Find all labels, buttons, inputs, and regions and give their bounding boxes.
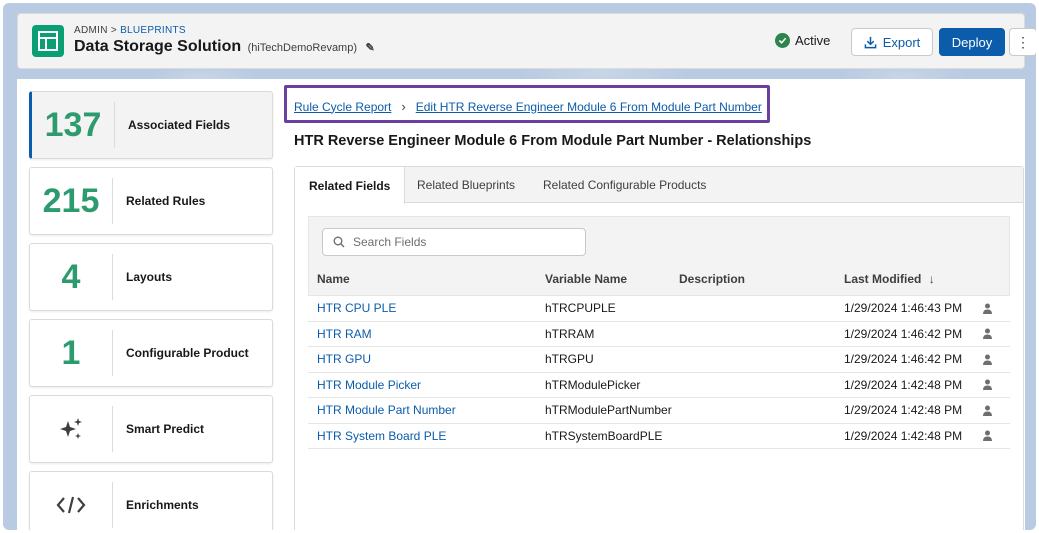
field-name-link[interactable]: HTR Module Part Number (317, 398, 456, 423)
field-name-link[interactable]: HTR Module Picker (317, 373, 421, 398)
variable-name: hTRModulePartNumber (545, 403, 672, 418)
card-configurable-product[interactable]: 1 Configurable Product (29, 319, 273, 387)
table-row: HTR RAM hTRRAM 1/29/2024 1:46:42 PM (308, 322, 1010, 347)
tab-related-configurable-products[interactable]: Related Configurable Products (529, 167, 720, 203)
search-input[interactable]: Search Fields (322, 228, 586, 256)
card-divider (114, 102, 115, 148)
header-breadcrumb: ADMIN > BLUEPRINTS (74, 25, 186, 36)
last-modified: 1/29/2024 1:46:42 PM (844, 326, 963, 341)
export-button[interactable]: Export (851, 28, 933, 56)
card-layouts[interactable]: 4 Layouts (29, 243, 273, 311)
status-label: Active (795, 33, 831, 48)
download-icon (864, 36, 877, 48)
card-label: Configurable Product (126, 346, 249, 360)
card-label: Associated Fields (128, 118, 231, 132)
variable-name: hTRSystemBoardPLE (545, 428, 663, 443)
card-count: 4 (61, 257, 81, 296)
user-icon[interactable] (982, 322, 993, 347)
card-count: 1 (61, 333, 81, 372)
column-header-description[interactable]: Description (679, 272, 745, 286)
export-label: Export (882, 34, 921, 50)
field-name-link[interactable]: HTR System Board PLE (317, 424, 446, 449)
card-associated-fields[interactable]: 137 Associated Fields (29, 91, 273, 159)
breadcrumb-separator: > (110, 25, 117, 36)
card-divider (112, 330, 113, 376)
variable-name: hTRCPUPLE (545, 301, 616, 316)
breadcrumb-blueprints-link[interactable]: BLUEPRINTS (120, 25, 186, 36)
card-label: Related Rules (126, 194, 206, 208)
page-header: ADMIN > BLUEPRINTS Data Storage Solution… (17, 13, 1036, 69)
check-circle-icon (775, 33, 790, 48)
tab-bar: Related Fields Related Blueprints Relate… (295, 167, 1023, 204)
table-row: HTR Module Picker hTRModulePicker 1/29/2… (308, 373, 1010, 398)
card-smart-predict[interactable]: Smart Predict (29, 395, 273, 463)
card-related-rules[interactable]: 215 Related Rules (29, 167, 273, 235)
card-divider (112, 482, 113, 528)
table-row: HTR GPU hTRGPU 1/29/2024 1:46:42 PM (308, 347, 1010, 373)
column-header-variable-name[interactable]: Variable Name (545, 272, 627, 286)
breadcrumb-admin: ADMIN (74, 25, 108, 36)
column-header-last-modified[interactable]: Last Modified ↓ (844, 272, 935, 286)
app-frame: ADMIN > BLUEPRINTS Data Storage Solution… (3, 3, 1036, 530)
breadcrumb-rule-cycle-report-link[interactable]: Rule Cycle Report (294, 100, 391, 114)
card-divider (112, 178, 113, 224)
card-count: 137 (44, 105, 102, 144)
search-placeholder: Search Fields (353, 235, 427, 249)
record-subtitle: (hiTechDemoRevamp) (247, 42, 358, 54)
column-header-name[interactable]: Name (317, 272, 350, 286)
card-enrichments[interactable]: Enrichments (29, 471, 273, 530)
variable-name: hTRGPU (545, 352, 594, 367)
tab-related-fields[interactable]: Related Fields (295, 167, 406, 204)
page-title: Data Storage Solution (hiTechDemoRevamp)… (74, 38, 375, 56)
more-vertical-icon: ⋮ (1016, 33, 1030, 50)
search-icon (333, 236, 345, 248)
edit-pencil-icon[interactable]: ✎ (365, 42, 374, 54)
last-modified: 1/29/2024 1:46:42 PM (844, 352, 963, 367)
card-label: Layouts (126, 270, 173, 284)
column-header-last-modified-label: Last Modified (844, 272, 922, 286)
variable-name: hTRRAM (545, 326, 595, 341)
last-modified: 1/29/2024 1:42:48 PM (844, 428, 963, 443)
card-label: Enrichments (126, 498, 199, 512)
card-divider (112, 254, 113, 300)
variable-name: hTRModulePicker (545, 377, 641, 392)
card-label: Smart Predict (126, 422, 205, 436)
section-title: HTR Reverse Engineer Module 6 From Modul… (294, 133, 812, 149)
card-count: 215 (42, 181, 100, 220)
relationships-panel: Related Fields Related Blueprints Relate… (294, 166, 1024, 530)
user-icon[interactable] (982, 398, 993, 423)
table-row: HTR CPU PLE hTRCPUPLE 1/29/2024 1:46:43 … (308, 296, 1010, 322)
user-icon[interactable] (982, 373, 993, 398)
breadcrumb-edit-rule-link[interactable]: Edit HTR Reverse Engineer Module 6 From … (416, 100, 762, 114)
user-icon[interactable] (982, 424, 993, 449)
last-modified: 1/29/2024 1:42:48 PM (844, 403, 963, 418)
table-row: HTR Module Part Number hTRModulePartNumb… (308, 398, 1010, 424)
sparkles-icon (30, 396, 112, 462)
main-content: 137 Associated Fields 215 Related Rules … (17, 79, 1025, 530)
user-icon[interactable] (982, 296, 993, 321)
table-row: HTR System Board PLE hTRSystemBoardPLE 1… (308, 424, 1010, 449)
chevron-right-icon: › (401, 99, 406, 114)
field-name-link[interactable]: HTR GPU (317, 347, 371, 372)
record-title: Data Storage Solution (74, 38, 242, 55)
user-icon[interactable] (982, 347, 993, 372)
code-icon (30, 472, 112, 530)
breadcrumb: Rule Cycle Report › Edit HTR Reverse Eng… (294, 99, 762, 114)
last-modified: 1/29/2024 1:46:43 PM (844, 301, 963, 316)
more-actions-button[interactable]: ⋮ (1009, 28, 1036, 56)
fields-table: Search Fields Name Variable Name Descrip… (308, 216, 1010, 449)
blueprint-app-icon (32, 25, 64, 57)
sort-arrow-down-icon: ↓ (928, 272, 935, 286)
deploy-button[interactable]: Deploy (939, 28, 1005, 56)
field-name-link[interactable]: HTR RAM (317, 322, 372, 347)
last-modified: 1/29/2024 1:42:48 PM (844, 377, 963, 392)
card-divider (112, 406, 113, 452)
field-name-link[interactable]: HTR CPU PLE (317, 296, 396, 321)
tab-related-blueprints[interactable]: Related Blueprints (403, 167, 529, 203)
status-indicator: Active (775, 33, 830, 48)
